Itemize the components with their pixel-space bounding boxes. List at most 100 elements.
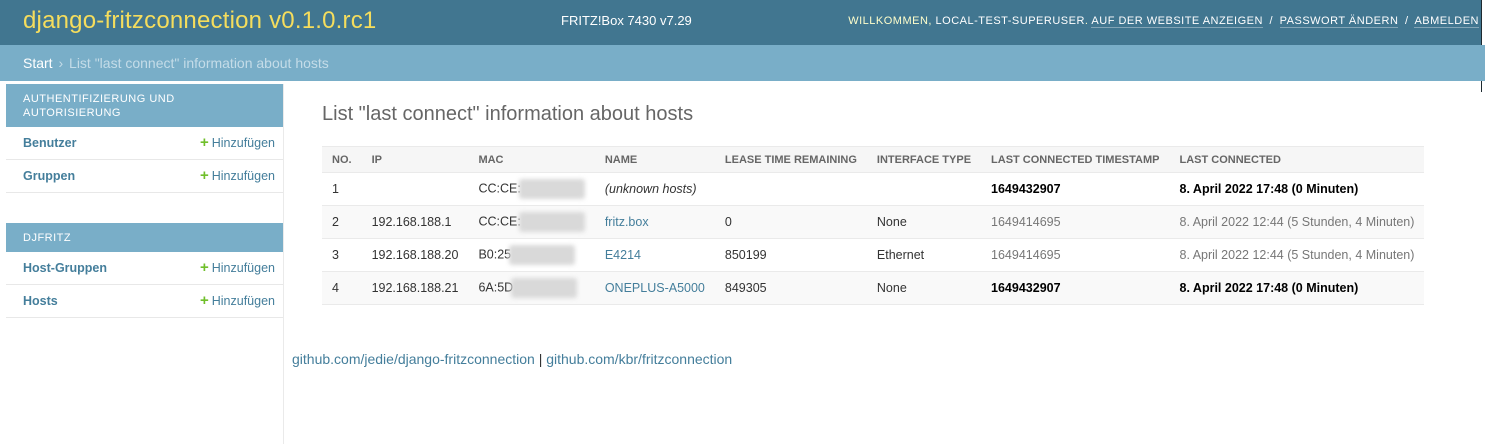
device-title: FRITZ!Box 7430 v7.29 [561, 13, 692, 28]
cell-no: 4 [322, 271, 362, 305]
cell-name: fritz.box [594, 205, 715, 239]
welcome-text: Willkommen, [848, 15, 932, 27]
change-password-link[interactable]: Passwort ändern [1279, 15, 1399, 28]
table-row: 1 CC:CE: (unknown hosts) 1649432907 8. A… [322, 172, 1425, 206]
cell-ip: 192.168.188.21 [361, 271, 469, 305]
cell-interface: Ethernet [866, 238, 982, 272]
separator-dot: . [1084, 15, 1089, 27]
sidebar-item-hosts: Hosts + Hinzufügen [6, 285, 283, 318]
column-header-lease: Lease time remaining [714, 146, 867, 173]
mac-prefix: B0:25 [478, 247, 512, 262]
column-header-ip: IP [361, 146, 469, 173]
cell-timestamp: 1649414695 [981, 205, 1170, 239]
column-header-timestamp: Last connected timestamp [981, 146, 1170, 173]
cell-no: 1 [322, 172, 362, 206]
add-plus-icon: + [199, 167, 209, 184]
cell-name: (unknown hosts) [594, 172, 715, 206]
redacted-mac-blur [518, 212, 585, 232]
cell-interface: None [866, 205, 982, 239]
table-row: 3 192.168.188.20 B0:25 E4214 850199 Ethe… [322, 238, 1425, 272]
sidebar-link-gruppen[interactable]: Gruppen [23, 169, 75, 183]
github-django-fritzconnection-link[interactable]: github.com/jedie/django-fritzconnection [292, 351, 535, 367]
column-header-interface: Interface type [866, 146, 982, 173]
cell-ip [361, 172, 469, 206]
module-spacer [6, 193, 283, 223]
sidebar-item-gruppen: Gruppen + Hinzufügen [6, 160, 283, 193]
add-hosts-link[interactable]: + Hinzufügen [199, 292, 275, 309]
breadcrumb-separator: › [58, 55, 64, 71]
cell-last-connected: 8. April 2022 12:44 (5 Stunden, 4 Minute… [1169, 205, 1425, 239]
cell-ip: 192.168.188.1 [361, 205, 469, 239]
column-header-mac: MAC [468, 146, 595, 173]
mac-prefix: CC:CE: [478, 181, 521, 196]
redacted-mac-blur [509, 245, 576, 265]
add-label: Hinzufügen [211, 169, 275, 183]
add-benutzer-link[interactable]: + Hinzufügen [200, 135, 275, 150]
mac-prefix: CC:CE: [478, 214, 521, 229]
cell-interface [866, 172, 982, 206]
table-header-row: No. IP MAC Name Lease time remaining Int… [322, 146, 1425, 173]
cell-last-connected: 8. April 2022 17:48 (0 Minuten) [1169, 172, 1425, 206]
add-label: Hinzufügen [211, 261, 275, 275]
user-tools: Willkommen, local-test-superuser. Auf de… [848, 15, 1479, 28]
cell-mac: CC:CE: [468, 172, 595, 206]
cell-mac: 6A:5D [468, 271, 595, 305]
page-title: List "last connect" information about ho… [322, 103, 694, 125]
separator: / [1269, 15, 1274, 27]
module-caption-djfritz[interactable]: DJFRITZ [6, 223, 283, 252]
cell-no: 3 [322, 238, 362, 272]
footer-links: github.com/jedie/django-fritzconnection … [292, 351, 732, 367]
cell-mac: B0:25 [468, 238, 595, 272]
redacted-mac-blur [518, 179, 585, 199]
column-header-no: No. [322, 146, 362, 173]
table-row: 4 192.168.188.21 6A:5D ONEPLUS-A5000 849… [322, 271, 1425, 305]
module-caption-auth[interactable]: Authentifizierung und Autorisierung [6, 84, 283, 127]
breadcrumb-current: List "last connect" information about ho… [69, 55, 329, 71]
sidebar-link-host-gruppen[interactable]: Host-Gruppen [23, 261, 107, 275]
add-host-gruppen-link[interactable]: + Hinzufügen [199, 259, 275, 276]
cell-timestamp: 1649414695 [981, 238, 1170, 272]
cell-lease: 850199 [714, 238, 867, 272]
sidebar-link-hosts[interactable]: Hosts [23, 294, 58, 308]
hosts-table: No. IP MAC Name Lease time remaining Int… [322, 146, 1425, 305]
sidebar-item-host-gruppen: Host-Gruppen + Hinzufügen [6, 252, 283, 285]
site-branding[interactable]: django-fritzconnection v0.1.0.rc1 [23, 7, 376, 35]
host-name-link[interactable]: ONEPLUS-A5000 [605, 281, 705, 295]
username: local-test-superuser [935, 15, 1085, 27]
add-label: Hinzufügen [211, 294, 275, 308]
cell-mac: CC:CE: [468, 205, 595, 239]
table-row: 2 192.168.188.1 CC:CE: fritz.box 0 None … [322, 205, 1425, 239]
sidebar-link-benutzer[interactable]: Benutzer [23, 136, 76, 150]
host-name-link[interactable]: E4214 [605, 248, 641, 262]
host-name-link[interactable]: fritz.box [605, 215, 649, 229]
breadcrumb: Start › List "last connect" information … [0, 45, 1485, 81]
github-fritzconnection-link[interactable]: github.com/kbr/fritzconnection [546, 351, 732, 367]
cell-last-connected: 8. April 2022 17:48 (0 Minuten) [1169, 271, 1425, 305]
column-header-name: Name [594, 146, 715, 173]
cell-name: ONEPLUS-A5000 [594, 271, 715, 305]
cell-lease: 0 [714, 205, 867, 239]
breadcrumb-start-link[interactable]: Start [23, 55, 53, 71]
sidebar-item-benutzer: Benutzer + Hinzufügen [6, 127, 283, 160]
add-label: Hinzufügen [211, 136, 275, 150]
cell-lease: 849305 [714, 271, 867, 305]
cell-interface: None [866, 271, 982, 305]
column-header-last-connected: Last connected [1169, 146, 1425, 173]
add-gruppen-link[interactable]: + Hinzufügen [199, 167, 275, 184]
add-plus-icon: + [199, 259, 209, 276]
cell-timestamp: 1649432907 [981, 271, 1170, 305]
separator: / [1404, 15, 1409, 27]
cell-no: 2 [322, 205, 362, 239]
cell-last-connected: 8. April 2022 12:44 (5 Stunden, 4 Minute… [1169, 238, 1425, 272]
cell-name: E4214 [594, 238, 715, 272]
cell-ip: 192.168.188.20 [361, 238, 469, 272]
mac-prefix: 6A:5D [478, 280, 514, 295]
footer-separator: | [538, 351, 543, 367]
view-site-link[interactable]: Auf der Website anzeigen [1091, 15, 1263, 28]
add-plus-icon: + [199, 292, 209, 309]
header: django-fritzconnection v0.1.0.rc1 FRITZ!… [0, 0, 1485, 45]
nav-sidebar: Authentifizierung und Autorisierung Benu… [6, 84, 284, 444]
logout-link[interactable]: Abmelden [1414, 15, 1479, 28]
cell-timestamp: 1649432907 [981, 172, 1170, 206]
cell-lease [714, 172, 867, 206]
